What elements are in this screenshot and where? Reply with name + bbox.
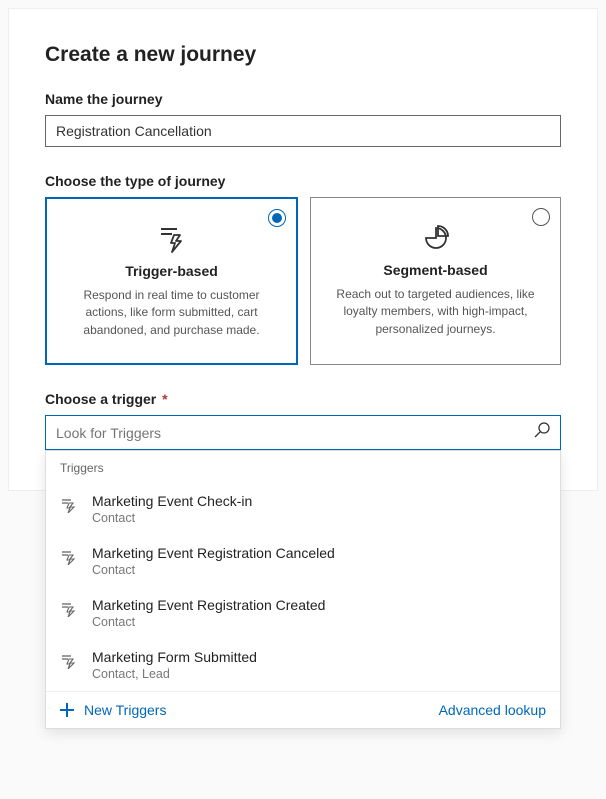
card-title: Trigger-based [61, 263, 282, 279]
trigger-option[interactable]: Marketing Event Check-in Contact [46, 483, 560, 535]
trigger-option[interactable]: Marketing Event Registration Created Con… [46, 587, 560, 639]
plus-icon [60, 703, 74, 717]
trigger-option-sub: Contact, Lead [92, 667, 546, 681]
trigger-option[interactable]: Marketing Event Registration Canceled Co… [46, 535, 560, 587]
trigger-icon [60, 549, 78, 565]
trigger-section: Choose a trigger * Triggers Mar [45, 391, 561, 450]
dropdown-group-label: Triggers [46, 451, 560, 483]
trigger-icon [60, 653, 78, 669]
trigger-search-input[interactable] [56, 425, 534, 441]
card-title: Segment-based [325, 262, 546, 278]
name-label: Name the journey [45, 91, 561, 107]
trigger-option-sub: Contact [92, 615, 546, 629]
advanced-lookup-link[interactable]: Advanced lookup [439, 702, 546, 718]
search-icon[interactable] [534, 422, 550, 443]
trigger-option-title: Marketing Form Submitted [92, 649, 546, 665]
card-desc: Reach out to targeted audiences, like lo… [325, 286, 546, 338]
dropdown-footer: New Triggers Advanced lookup [46, 691, 560, 728]
new-triggers-label: New Triggers [84, 702, 166, 718]
trigger-option-text: Marketing Event Check-in Contact [92, 493, 546, 525]
required-mark: * [162, 391, 167, 407]
trigger-option-text: Marketing Form Submitted Contact, Lead [92, 649, 546, 681]
trigger-option-sub: Contact [92, 511, 546, 525]
segment-icon [325, 224, 546, 252]
trigger-label: Choose a trigger * [45, 391, 561, 407]
card-desc: Respond in real time to customer actions… [61, 287, 282, 339]
new-triggers-button[interactable]: New Triggers [60, 702, 166, 718]
type-section: Choose the type of journey Trigger-based… [45, 173, 561, 365]
trigger-option-title: Marketing Event Check-in [92, 493, 546, 509]
trigger-option-title: Marketing Event Registration Created [92, 597, 546, 613]
radio-segment-based[interactable] [532, 208, 550, 226]
journey-name-input[interactable] [45, 115, 561, 147]
trigger-option-text: Marketing Event Registration Canceled Co… [92, 545, 546, 577]
radio-trigger-based[interactable] [268, 209, 286, 227]
trigger-option-sub: Contact [92, 563, 546, 577]
trigger-icon [60, 601, 78, 617]
card-segment-based[interactable]: Segment-based Reach out to targeted audi… [310, 197, 561, 365]
trigger-icon [61, 225, 282, 253]
card-trigger-based[interactable]: Trigger-based Respond in real time to cu… [45, 197, 298, 365]
page-title: Create a new journey [45, 43, 561, 67]
create-journey-panel: Create a new journey Name the journey Ch… [8, 8, 598, 491]
type-label: Choose the type of journey [45, 173, 561, 189]
trigger-option-text: Marketing Event Registration Created Con… [92, 597, 546, 629]
advanced-lookup-label: Advanced lookup [439, 702, 546, 718]
type-cards: Trigger-based Respond in real time to cu… [45, 197, 561, 365]
trigger-label-text: Choose a trigger [45, 391, 156, 407]
trigger-icon [60, 497, 78, 513]
trigger-dropdown: Triggers Marketing Event Check-in Contac… [45, 450, 561, 729]
dropdown-list[interactable]: Marketing Event Check-in Contact Marketi… [46, 483, 560, 691]
trigger-option[interactable]: Marketing Form Submitted Contact, Lead [46, 639, 560, 691]
trigger-search-wrap[interactable] [45, 415, 561, 450]
trigger-option-title: Marketing Event Registration Canceled [92, 545, 546, 561]
name-section: Name the journey [45, 91, 561, 147]
